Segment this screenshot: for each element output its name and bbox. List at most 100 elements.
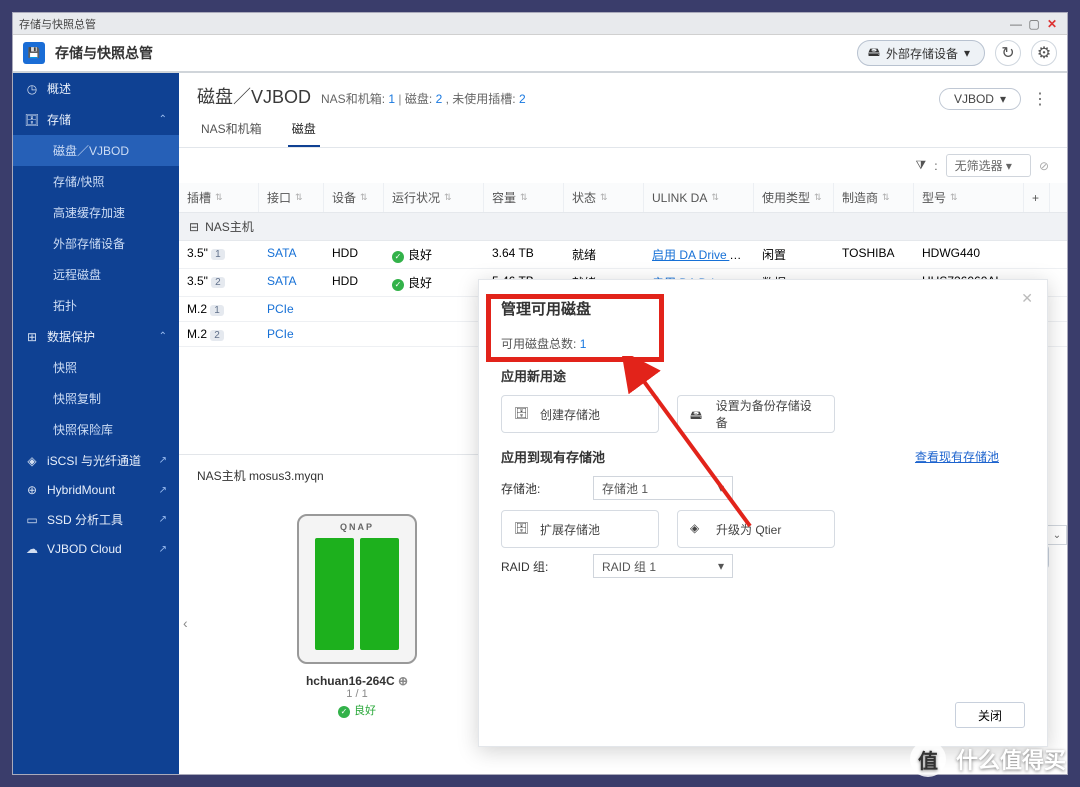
external-link-icon: ↗	[159, 455, 167, 466]
app-title: 存储与快照总管	[55, 43, 847, 63]
add-column-button[interactable]: +	[1024, 183, 1050, 212]
col-manufacturer[interactable]: 制造商⇅	[834, 183, 914, 212]
qtier-icon: ◈	[690, 521, 706, 537]
filter-clear-icon[interactable]: ⊘	[1039, 159, 1049, 173]
disk-bay-1[interactable]	[315, 538, 354, 650]
gear-icon: ⚙	[1037, 43, 1051, 63]
crumb-nas-label: NAS和机箱:	[321, 92, 385, 106]
ssd-icon: ▭	[25, 513, 39, 527]
table-header: 插槽⇅ 接口⇅ 设备⇅ 运行状况⇅ 容量⇅ 状态⇅ ULINK DA⇅ 使用类型…	[179, 183, 1067, 213]
sidebar-item-vjbod-cloud[interactable]: ☁ VJBOD Cloud ↗	[13, 535, 179, 563]
window-max-icon[interactable]: ▢	[1025, 17, 1043, 31]
manage-disk-modal: ✕ 管理可用磁盘 可用磁盘总数: 1 应用新用途 🗄 创建存储池 🖴 设置为备份…	[478, 279, 1048, 747]
page-title: 磁盘／VJBOD	[197, 83, 311, 109]
sidebar-item-overview[interactable]: ◷ 概述	[13, 73, 179, 104]
chevron-down-icon: ▾	[1000, 92, 1006, 106]
filter-select[interactable]: 无筛选器 ▾	[946, 154, 1031, 177]
col-usage[interactable]: 使用类型⇅	[754, 183, 834, 212]
col-capacity[interactable]: 容量⇅	[484, 183, 564, 212]
sidebar: ◷ 概述 🗄 存储 ⌃ 磁盘／VJBOD 存储/快照 高速缓存加速 外部存储设备…	[13, 73, 179, 774]
sidebar-item-cache-accel[interactable]: 高速缓存加速	[13, 197, 179, 228]
panel-collapse-button[interactable]: ‹	[183, 615, 188, 631]
tab-nas-enclosure[interactable]: NAS和机箱	[197, 114, 266, 147]
breadcrumb: 磁盘／VJBOD NAS和机箱: 1 | 磁盘: 2 , 未使用插槽: 2 VJ…	[179, 73, 1067, 114]
crumb-free-label: , 未使用插槽:	[446, 92, 516, 106]
col-slot[interactable]: 插槽⇅	[179, 183, 259, 212]
pool-icon: 🗄	[514, 406, 530, 422]
sidebar-label-storage: 存储	[47, 111, 71, 128]
host-disk-count: 1 / 1	[197, 688, 517, 700]
watermark: 值 什么值得买	[910, 741, 1066, 777]
window-title: 存储与快照总管	[19, 16, 96, 32]
window-min-icon[interactable]: —	[1007, 17, 1025, 31]
magnify-icon[interactable]: ⊕	[398, 674, 408, 688]
dashboard-icon: ◷	[25, 82, 39, 96]
cloud-icon: ☁	[25, 542, 39, 556]
option-upgrade-qtier[interactable]: ◈ 升级为 Qtier	[677, 510, 835, 548]
sidebar-item-data-protect[interactable]: ⊞ 数据保护 ⌃	[13, 321, 179, 352]
disk-bay-2[interactable]	[360, 538, 399, 650]
crumb-disk-count: 2	[436, 92, 443, 106]
external-storage-label: 外部存储设备	[886, 45, 958, 62]
col-health[interactable]: 运行状况⇅	[384, 183, 484, 212]
chevron-down-icon: ▾	[964, 46, 970, 60]
hybridmount-icon: ⊕	[25, 483, 39, 497]
col-model[interactable]: 型号⇅	[914, 183, 1024, 212]
host-status: ✓良好	[197, 702, 517, 718]
table-row[interactable]: 3.5"1SATAHDD✓良好3.64 TB就绪启用 DA Drive Anal…	[179, 241, 1067, 269]
backup-icon: 🖴	[690, 406, 706, 422]
sidebar-item-remote-disk[interactable]: 远程磁盘	[13, 259, 179, 290]
modal-close-button[interactable]: ✕	[1021, 290, 1033, 307]
crumb-disk-label: 磁盘:	[405, 92, 432, 106]
external-link-icon: ↗	[159, 485, 167, 496]
sidebar-item-external-storage[interactable]: 外部存储设备	[13, 228, 179, 259]
sidebar-item-disk-vjbod[interactable]: 磁盘／VJBOD	[13, 135, 179, 166]
chevron-up-icon: ⌃	[159, 331, 167, 342]
expand-pool-icon: 🗄	[514, 521, 530, 537]
sidebar-item-ssd-tool[interactable]: ▭ SSD 分析工具 ↗	[13, 504, 179, 535]
filter-bar: ⧩ : 无筛选器 ▾ ⊘	[179, 148, 1067, 183]
panel-expand-button[interactable]: ⌄	[1047, 525, 1067, 545]
col-ulink[interactable]: ULINK DA⇅	[644, 183, 754, 212]
modal-title: 管理可用磁盘	[501, 298, 1025, 319]
vjbod-pill-button[interactable]: VJBOD ▾	[939, 88, 1021, 110]
sidebar-item-hybridmount[interactable]: ⊕ HybridMount ↗	[13, 476, 179, 504]
col-status[interactable]: 状态⇅	[564, 183, 644, 212]
option-set-backup-device[interactable]: 🖴 设置为备份存储设备	[677, 395, 835, 433]
sidebar-item-iscsi[interactable]: ◈ iSCSI 与光纤通道 ↗	[13, 445, 179, 476]
col-device[interactable]: 设备⇅	[324, 183, 384, 212]
app-icon: 💾	[23, 42, 45, 64]
collapse-icon: ⊟	[189, 220, 199, 234]
tab-disks[interactable]: 磁盘	[288, 114, 320, 147]
crumb-nas-count: 1	[388, 92, 395, 106]
view-existing-pool-link[interactable]: 查看现有存储池	[915, 448, 999, 465]
nas-brand: QNAP	[299, 522, 415, 532]
option-expand-pool[interactable]: 🗄 扩展存储池	[501, 510, 659, 548]
more-menu-button[interactable]: ⋮	[1031, 89, 1049, 109]
modal-close-action-button[interactable]: 关闭	[955, 702, 1025, 728]
external-storage-button[interactable]: 🖴 外部存储设备 ▾	[857, 40, 985, 66]
refresh-button[interactable]: ↻	[995, 40, 1021, 66]
watermark-icon: 值	[910, 741, 946, 777]
filter-icon[interactable]: ⧩	[916, 158, 927, 173]
window-close-icon[interactable]: ✕	[1043, 17, 1061, 31]
pool-select[interactable]: 存储池 1▾	[593, 476, 733, 500]
storage-icon: 🗄	[25, 113, 39, 127]
raid-select[interactable]: RAID 组 1▾	[593, 554, 733, 578]
sidebar-item-snapshot-vault[interactable]: 快照保险库	[13, 414, 179, 445]
host-label: NAS主机 mosus3.myqn	[197, 467, 324, 484]
sidebar-item-topology[interactable]: 拓扑	[13, 290, 179, 321]
sidebar-item-snapshot-replica[interactable]: 快照复制	[13, 383, 179, 414]
tabs: NAS和机箱 磁盘	[179, 114, 1067, 148]
sidebar-item-storage-snapshot[interactable]: 存储/快照	[13, 166, 179, 197]
host-name: hchuan16-264C ⊕	[197, 674, 517, 688]
col-port[interactable]: 接口⇅	[259, 183, 324, 212]
crumb-free-count: 2	[519, 92, 526, 106]
table-group-row[interactable]: ⊟ NAS主机	[179, 213, 1067, 241]
settings-button[interactable]: ⚙	[1031, 40, 1057, 66]
modal-disk-count: 可用磁盘总数: 1	[501, 335, 1025, 352]
option-create-pool[interactable]: 🗄 创建存储池	[501, 395, 659, 433]
sidebar-item-snapshot[interactable]: 快照	[13, 352, 179, 383]
external-link-icon: ↗	[159, 514, 167, 525]
sidebar-item-storage[interactable]: 🗄 存储 ⌃	[13, 104, 179, 135]
